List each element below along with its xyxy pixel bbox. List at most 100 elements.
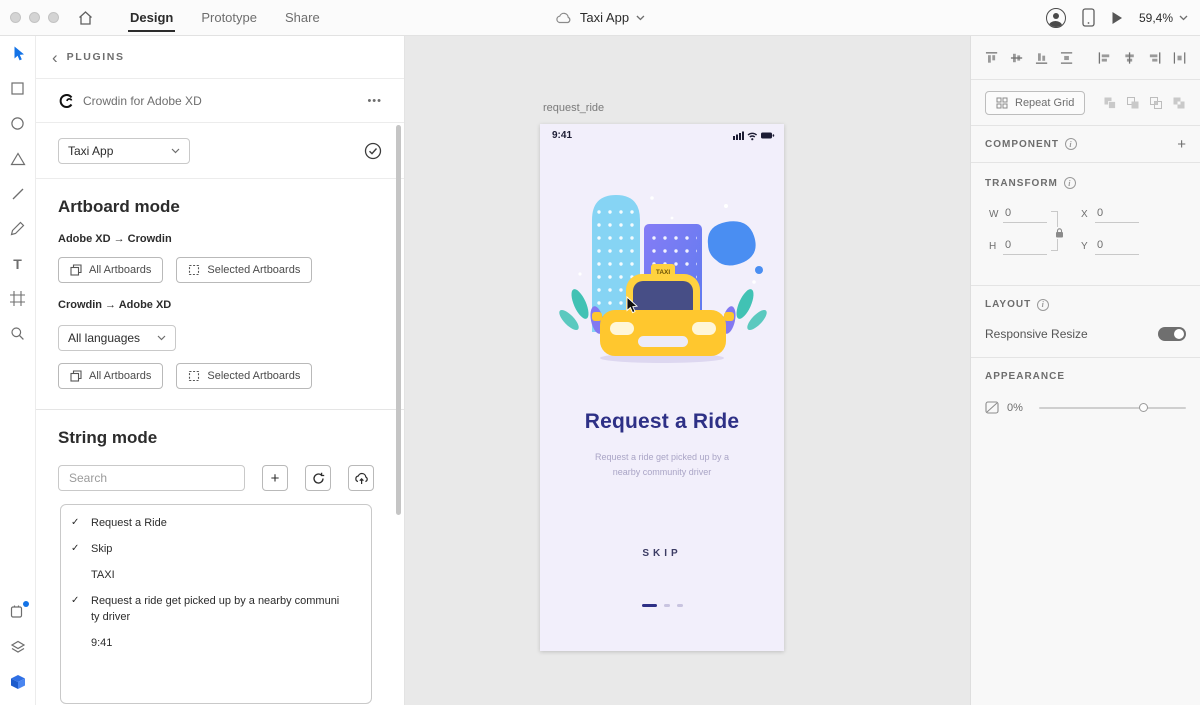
connected-check-icon[interactable] xyxy=(364,142,382,160)
opacity-value: 0% xyxy=(1007,401,1023,414)
tab-prototype[interactable]: Prototype xyxy=(187,0,271,36)
string-list-item[interactable]: ✓ Skip xyxy=(61,537,371,563)
selected-artboards-download-button[interactable]: Selected Artboards xyxy=(176,363,313,389)
pen-tool-icon xyxy=(10,221,25,236)
page-indicator-dots xyxy=(540,604,784,607)
artboard-tool[interactable] xyxy=(0,281,36,316)
add-component-button[interactable]: + xyxy=(1177,137,1186,152)
assets-panel-button[interactable] xyxy=(0,664,36,699)
align-top-icon[interactable] xyxy=(985,51,998,65)
selected-artboards-upload-button[interactable]: Selected Artboards xyxy=(176,257,313,283)
refresh-icon xyxy=(312,472,324,484)
artboard-request-ride[interactable]: 9:41 TAXI Request a Ride Request a ride … xyxy=(540,124,784,651)
ellipse-tool[interactable] xyxy=(0,106,36,141)
line-tool[interactable] xyxy=(0,176,36,211)
align-right-icon[interactable] xyxy=(1148,51,1161,65)
opacity-slider[interactable] xyxy=(1039,402,1186,412)
distribute-horizontal-icon[interactable] xyxy=(1173,51,1186,65)
string-list-item[interactable]: 9:41 xyxy=(61,631,371,657)
select-tool[interactable] xyxy=(0,36,36,71)
titlebar: Design Prototype Share Taxi App 59,4% xyxy=(0,0,1200,36)
width-input[interactable] xyxy=(1003,205,1047,223)
text-tool[interactable]: T xyxy=(0,246,36,281)
pen-tool[interactable] xyxy=(0,211,36,246)
intersect-icon[interactable] xyxy=(1149,96,1163,110)
plugins-panel-button[interactable] xyxy=(0,594,36,629)
minimize-window-icon[interactable] xyxy=(29,12,40,23)
string-list-item[interactable]: ✓ Request a Ride xyxy=(61,511,371,537)
project-select[interactable]: Taxi App xyxy=(58,137,190,164)
string-list-item[interactable]: ✓ Request a ride get picked up by a near… xyxy=(61,589,371,631)
layout-section: LAYOUT i Responsive Resize xyxy=(971,286,1200,358)
plugins-panel-body: Artboard mode Adobe XD → Crowdin All Art… xyxy=(36,179,404,704)
plugins-panel-header[interactable]: ‹ PLUGINS xyxy=(36,36,404,79)
artboard-subtitle: Request a ride get picked up by a nearby… xyxy=(594,452,730,477)
artboard-mode-heading: Artboard mode xyxy=(58,197,180,216)
tab-design[interactable]: Design xyxy=(116,0,187,36)
close-window-icon[interactable] xyxy=(10,12,21,23)
distribute-vertical-icon[interactable] xyxy=(1060,51,1073,65)
info-icon[interactable]: i xyxy=(1063,177,1076,189)
x-input[interactable] xyxy=(1095,205,1139,223)
languages-select[interactable]: All languages xyxy=(58,325,176,351)
rectangle-tool[interactable] xyxy=(0,71,36,106)
string-search-input[interactable] xyxy=(58,465,245,491)
direction-xd-to-crowdin: Adobe XD → Crowdin xyxy=(58,233,172,245)
component-section-header: COMPONENT i + xyxy=(971,126,1200,163)
height-input[interactable] xyxy=(1003,237,1047,255)
cursor-tool-icon xyxy=(14,46,24,61)
repeat-grid-button[interactable]: Repeat Grid xyxy=(985,90,1086,115)
upload-strings-button[interactable] xyxy=(348,465,374,491)
string-mode-heading: String mode xyxy=(58,428,158,447)
zoom-tool[interactable] xyxy=(0,316,36,351)
polygon-tool[interactable] xyxy=(0,141,36,176)
languages-select-value: All languages xyxy=(68,331,141,345)
add-string-button[interactable]: + xyxy=(262,465,288,491)
subtract-icon[interactable] xyxy=(1126,96,1140,110)
tool-rail-bottom xyxy=(0,594,36,705)
align-middle-vertical-icon[interactable] xyxy=(1010,51,1023,65)
artboard-tool-icon xyxy=(10,291,25,306)
layers-panel-button[interactable] xyxy=(0,629,36,664)
all-artboards-download-button[interactable]: All Artboards xyxy=(58,363,164,389)
chevron-down-icon xyxy=(636,15,645,20)
tool-rail: T xyxy=(0,36,36,705)
string-list-item[interactable]: TAXI xyxy=(61,563,371,589)
exclude-icon[interactable] xyxy=(1172,96,1186,110)
tab-share[interactable]: Share xyxy=(271,0,334,36)
string-list: ✓ Request a Ride ✓ Skip TAXI ✓ Request a… xyxy=(60,504,372,704)
union-icon[interactable] xyxy=(1103,96,1117,110)
user-avatar[interactable] xyxy=(1045,7,1066,28)
string-text: Request a ride get picked up by a nearby… xyxy=(91,594,340,623)
opacity-slider-handle[interactable] xyxy=(1138,402,1148,412)
skip-button[interactable]: SKIP xyxy=(540,548,784,559)
panel-scrollbar[interactable] xyxy=(396,125,401,515)
info-icon[interactable]: i xyxy=(1037,298,1050,311)
align-center-horizontal-icon[interactable] xyxy=(1123,51,1136,65)
statusbar-icons xyxy=(733,131,775,141)
line-tool-icon xyxy=(12,188,23,199)
zoom-control[interactable]: 59,4% xyxy=(1139,11,1188,25)
canvas[interactable]: request_ride 9:41 TAXI Request a Ride Re… xyxy=(405,36,970,705)
device-preview-icon[interactable] xyxy=(1082,8,1095,27)
responsive-resize-toggle[interactable] xyxy=(1158,327,1186,341)
project-row: Taxi App xyxy=(36,123,404,179)
all-artboards-upload-button[interactable]: All Artboards xyxy=(58,257,164,283)
play-preview-icon[interactable] xyxy=(1111,11,1123,25)
align-left-icon[interactable] xyxy=(1098,51,1111,65)
maximize-window-icon[interactable] xyxy=(48,12,59,23)
artboard-name-label[interactable]: request_ride xyxy=(543,102,604,114)
y-label: Y xyxy=(1081,240,1088,252)
plugin-overflow-menu[interactable]: ••• xyxy=(367,95,382,107)
align-bottom-icon[interactable] xyxy=(1035,51,1048,65)
info-icon[interactable]: i xyxy=(1065,138,1077,150)
repeat-grid-row: Repeat Grid xyxy=(971,80,1200,126)
back-chevron-icon[interactable]: ‹ xyxy=(52,49,58,66)
y-input[interactable] xyxy=(1095,237,1139,255)
home-button[interactable] xyxy=(77,10,94,26)
document-title[interactable]: Taxi App xyxy=(555,10,645,25)
refresh-strings-button[interactable] xyxy=(305,465,331,491)
lock-aspect-ratio-button[interactable] xyxy=(1055,227,1064,239)
transform-grid: W X H Y xyxy=(971,203,1200,255)
window-controls[interactable] xyxy=(10,12,59,23)
